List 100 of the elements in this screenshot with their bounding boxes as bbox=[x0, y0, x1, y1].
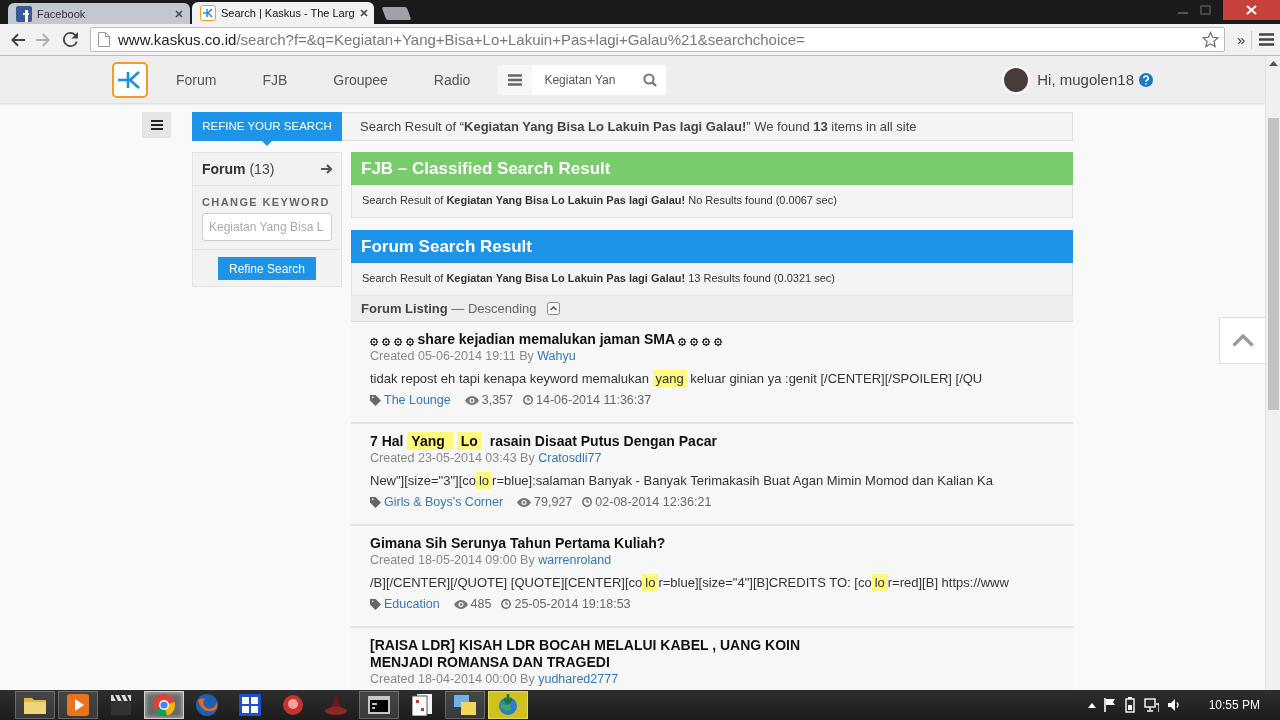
round-app-icon bbox=[283, 695, 303, 715]
nav-link[interactable]: Forum bbox=[153, 71, 240, 88]
scrollbar-thumb[interactable] bbox=[1267, 118, 1279, 410]
search-field[interactable]: Kegiatan Yan bbox=[532, 64, 634, 95]
help-icon[interactable] bbox=[1139, 72, 1153, 87]
extensions-overflow-button[interactable]: » bbox=[1234, 31, 1249, 48]
category-filter[interactable]: Forum (13) bbox=[202, 161, 275, 177]
reload-icon[interactable] bbox=[63, 32, 78, 47]
thread-title-link[interactable]: 7 Hal Yang Lo rasain Disaat Putus Dengan Pacar bbox=[370, 433, 810, 450]
created-line: Created 05-06-2014 19:11 By Wahyu bbox=[370, 348, 577, 364]
created-line: Created 18-04-2014 00:00 By yudhared2777 bbox=[370, 671, 620, 687]
nav-link[interactable]: Radio bbox=[410, 71, 494, 88]
close-icon[interactable] bbox=[359, 9, 368, 17]
network-icon[interactable] bbox=[1143, 698, 1159, 712]
close-icon bbox=[1246, 5, 1257, 15]
page-icon bbox=[98, 32, 110, 47]
thread-title-link[interactable]: [RAISA LDR] KISAH LDR BOCAH MELALUI KABEL , UANG KOIN MENJADI ROMANSA DAN TRAGEDI bbox=[370, 637, 810, 671]
last-post-time: 02-08-2014 12:36:21 bbox=[595, 495, 712, 509]
clapperboard-icon bbox=[111, 695, 131, 715]
section-summary: Search Result of Kegiatan Yang Bisa Lo Lakuin Pas lagi Galau! 13 Results found (0.0321 sec) bbox=[351, 263, 1073, 296]
keyword-label: CHANGE KEYWORD bbox=[202, 195, 331, 209]
section-heading: FJB – Classified Search Result bbox=[351, 152, 1073, 185]
last-post-time: 25-05-2014 19:18:53 bbox=[514, 597, 631, 611]
category-link[interactable]: The Lounge bbox=[384, 393, 451, 407]
folder-icon bbox=[24, 696, 46, 714]
chevron-up-icon bbox=[1231, 334, 1254, 347]
terminal-icon bbox=[368, 696, 390, 714]
close-icon[interactable] bbox=[175, 9, 183, 18]
author-link[interactable]: Wahyu bbox=[537, 349, 576, 363]
category-link[interactable]: Girls & Boys's Corner bbox=[384, 495, 504, 509]
keyword-field[interactable]: Kegiatan Yang Bisa L bbox=[202, 213, 332, 241]
search-summary: Search Result of “Kegiatan Yang Bisa Lo Lakuin Pas lagi Galau!” We found 13 items in all site bbox=[342, 112, 1073, 141]
menu-icon bbox=[508, 73, 523, 86]
speaker-icon[interactable] bbox=[1166, 698, 1181, 712]
sidebar-toggle-button[interactable] bbox=[142, 112, 171, 138]
category-link[interactable]: Education bbox=[384, 597, 440, 611]
view-count: 485 bbox=[470, 597, 492, 611]
scroll-top-button[interactable] bbox=[1219, 317, 1265, 364]
eye-icon bbox=[464, 395, 479, 405]
created-line: Created 23-05-2014 03:43 By Cratosdli77 bbox=[370, 450, 603, 466]
scrollbar[interactable] bbox=[1265, 56, 1280, 690]
avatar[interactable] bbox=[1002, 65, 1031, 94]
author-link[interactable]: Cratosdli77 bbox=[538, 451, 602, 465]
menu-icon bbox=[150, 120, 163, 130]
cards-icon bbox=[412, 694, 432, 716]
globe-icon bbox=[196, 694, 218, 716]
last-post-time: 14-06-2014 11:36:37 bbox=[536, 393, 652, 407]
eye-icon bbox=[517, 497, 532, 507]
clock-icon bbox=[501, 599, 512, 609]
browser-tab[interactable]: Search | Kaskus - The Larg bbox=[192, 2, 374, 24]
address-bar[interactable]: www.kaskus.co.id/search?f=&q=Kegiatan+Yang+Bisa+Lo+Lakuin+Pas+lagi+Galau%21&searchchoice= bbox=[90, 27, 1225, 52]
nav-link[interactable]: FJB bbox=[239, 71, 311, 88]
address-text: www.kaskus.co.id/search?f=&q=Kegiatan+Yang+Bisa+Lo+Lakuin+Pas+lagi+Galau%21&searchchoice= bbox=[118, 31, 806, 48]
up-arrow-icon[interactable] bbox=[1087, 702, 1096, 708]
menu-icon[interactable] bbox=[1259, 33, 1275, 46]
hat-icon bbox=[325, 695, 347, 715]
favicon-icon bbox=[16, 5, 32, 22]
grid-icon bbox=[239, 694, 261, 716]
battery-icon[interactable] bbox=[1123, 697, 1136, 713]
nav-link[interactable]: Groupee bbox=[310, 71, 411, 88]
search-button[interactable] bbox=[633, 64, 667, 95]
new-tab-button[interactable] bbox=[381, 7, 412, 20]
section-summary: Search Result of Kegiatan Yang Bisa Lo Lakuin Pas lagi Galau! No Results found (0.0067 sec) bbox=[351, 185, 1073, 218]
thread-title-link[interactable]: Gimana Sih Serunya Tahun Pertama Kuliah? bbox=[370, 535, 810, 552]
play-icon bbox=[67, 694, 89, 716]
tag-icon bbox=[370, 598, 381, 610]
logo-icon[interactable] bbox=[112, 61, 148, 98]
author-link[interactable]: warrenroland bbox=[538, 553, 612, 567]
star-icon[interactable] bbox=[1202, 31, 1219, 48]
tab-title: Facebook bbox=[37, 7, 87, 20]
arrow-right-icon[interactable] bbox=[321, 163, 333, 175]
thread-title-link[interactable]: ۞ ۞ ۞ ۞ share kejadian memalukan jaman SMA ۞ ۞ ۞ ۞ bbox=[370, 331, 810, 348]
flag-icon[interactable] bbox=[1103, 698, 1116, 712]
clock[interactable]: 10:55 PM bbox=[1208, 698, 1260, 712]
post-snippet: New"][size="3"][co lo r=blue]:salaman Banyak - Banyak Terimakasih Buat Agan Mimin Momod dan Kalian Ka bbox=[370, 471, 994, 491]
search-menu-button[interactable] bbox=[498, 64, 533, 95]
view-count: 3,357 bbox=[481, 393, 513, 407]
author-link[interactable]: yudhared2777 bbox=[538, 672, 619, 686]
collapse-icon[interactable] bbox=[546, 302, 560, 315]
post-snippet: /B][/CENTER][/QUOTE] [QUOTE][CENTER][co lo r=blue][size="4"][B]CREDITS TO: [co lo r=red][B] https://www bbox=[370, 573, 1010, 593]
listing-label: Forum Listing — Descending bbox=[361, 301, 537, 316]
browser-icon bbox=[153, 694, 175, 716]
eye-icon bbox=[453, 599, 468, 609]
post-snippet: tidak repost eh tapi kenapa keyword memalukan yang keluar ginian ya :genit [/CENTER][/SPOILER] [/QU bbox=[370, 369, 984, 389]
windows-icon bbox=[454, 695, 476, 715]
back-icon[interactable] bbox=[10, 31, 26, 48]
scroll-up-arrow-icon[interactable] bbox=[1268, 61, 1278, 66]
view-count: 79,927 bbox=[534, 495, 573, 509]
clock-icon bbox=[523, 395, 533, 405]
tag-icon bbox=[370, 496, 381, 508]
tag-icon bbox=[370, 394, 381, 406]
favicon-icon bbox=[200, 5, 216, 21]
browser-tab[interactable]: Facebook bbox=[8, 3, 190, 24]
search-icon bbox=[642, 72, 657, 87]
tab-title: Search | Kaskus - The Larg bbox=[221, 7, 355, 19]
user-greeting[interactable]: Hi, mugolen18 bbox=[1037, 71, 1134, 88]
clock-icon bbox=[582, 497, 593, 507]
created-line: Created 18-05-2014 09:00 By warrenroland bbox=[370, 552, 613, 568]
window-close-button[interactable] bbox=[1223, 0, 1280, 20]
section-heading: Forum Search Result bbox=[351, 230, 1073, 263]
